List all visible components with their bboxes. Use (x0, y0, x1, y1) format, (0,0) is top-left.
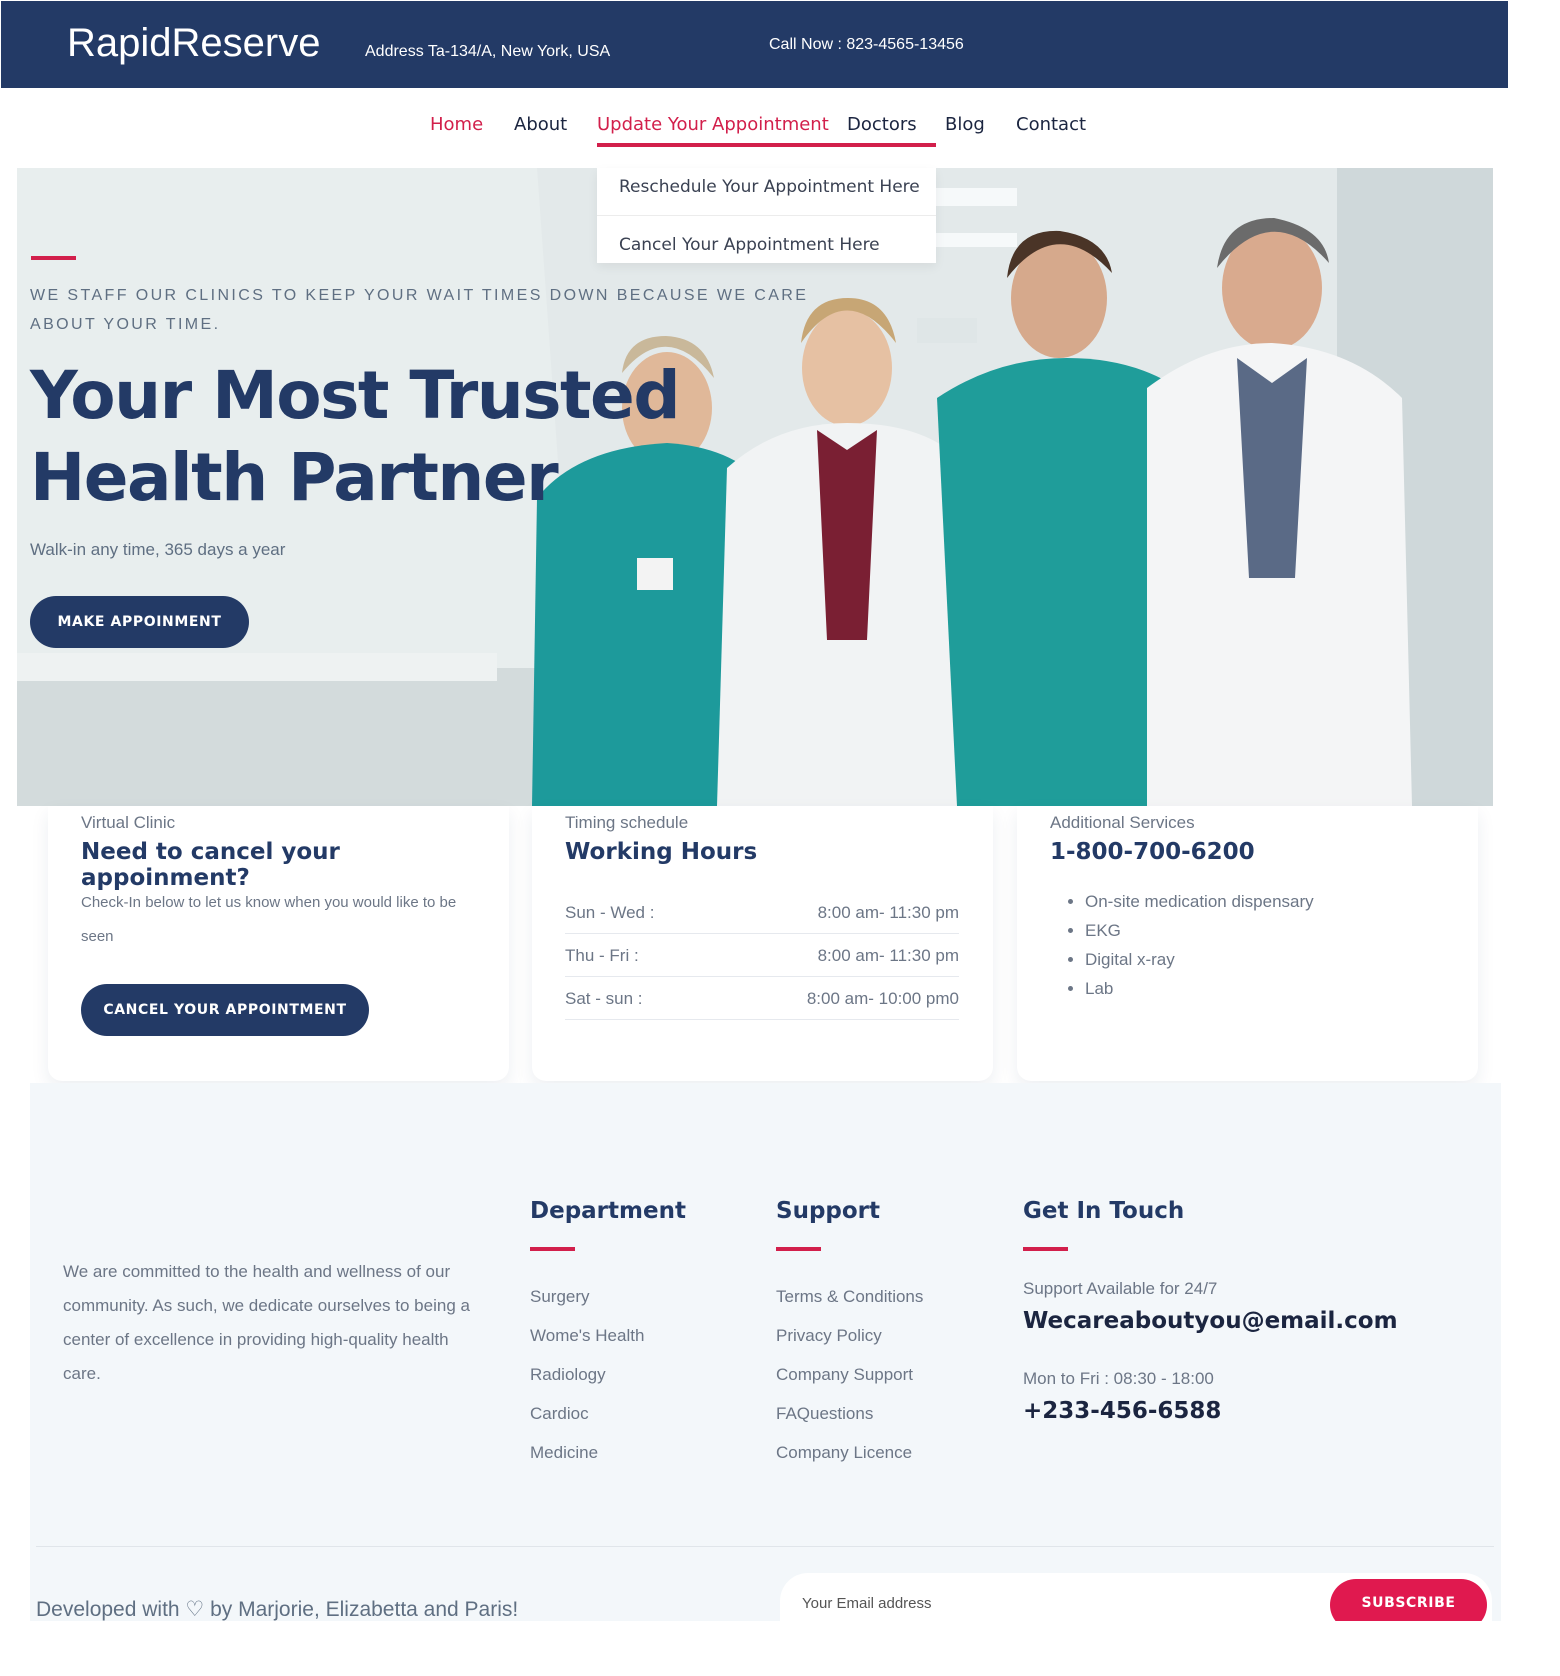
additional-services-card: Additional Services 1-800-700-6200 On-si… (1017, 806, 1478, 1081)
contact-email[interactable]: Wecareaboutyou@email.com (1023, 1308, 1398, 1334)
nav-blog[interactable]: Blog (945, 114, 985, 135)
hours-day: Sat - sun : (565, 989, 643, 1008)
dropdown-cancel[interactable]: Cancel Your Appointment Here (597, 216, 936, 264)
working-hours-card: Timing schedule Working Hours Sun - Wed … (532, 806, 993, 1081)
footer-link-medicine[interactable]: Medicine (530, 1433, 644, 1472)
card-eyebrow: Additional Services (1050, 813, 1195, 832)
list-item: On-site medication dispensary (1085, 887, 1314, 916)
contact-hours: Mon to Fri : 08:30 - 18:00 (1023, 1369, 1214, 1388)
card-eyebrow: Virtual Clinic (81, 813, 176, 832)
hours-time: 8:00 am- 11:30 pm (817, 946, 959, 965)
hours-time: 8:00 am- 10:00 pm0 (806, 989, 959, 1008)
appointment-dropdown: Reschedule Your Appointment Here Cancel … (597, 168, 936, 263)
nav-doctors[interactable]: Doctors (847, 114, 917, 135)
card-title: Need to cancel your appoinment? (81, 839, 340, 891)
footer-link-surgery[interactable]: Surgery (530, 1277, 644, 1316)
list-item: Lab (1085, 974, 1314, 1003)
subscribe-button[interactable]: SUBSCRIBE (1330, 1579, 1487, 1621)
footer-link-company-support[interactable]: Company Support (776, 1355, 923, 1394)
nav-contact[interactable]: Contact (1016, 114, 1086, 135)
hours-day: Sun - Wed : (565, 903, 655, 922)
card-description: Check-In below to let us know when you w… (81, 894, 457, 945)
hero-accent-bar (31, 256, 76, 260)
top-bar: RapidReserve Address Ta-134/A, New York,… (1, 1, 1508, 88)
nav-update-appointment[interactable]: Update Your Appointment (597, 114, 829, 135)
contact-phone[interactable]: +233-456-6588 (1023, 1398, 1221, 1424)
hours-table: Sun - Wed : 8:00 am- 11:30 pm Thu - Fri … (565, 891, 959, 1020)
department-heading: Department (530, 1198, 686, 1224)
hero-title: Your Most Trusted Health Partner (30, 357, 681, 516)
hours-time: 8:00 am- 11:30 pm (817, 903, 959, 922)
footer-link-radiology[interactable]: Radiology (530, 1355, 644, 1394)
dropdown-reschedule[interactable]: Reschedule Your Appointment Here (597, 168, 936, 216)
address-text: Address Ta-134/A, New York, USA (365, 43, 611, 60)
footer-link-terms[interactable]: Terms & Conditions (776, 1277, 923, 1316)
hours-row: Sun - Wed : 8:00 am- 11:30 pm (565, 891, 959, 934)
footer-link-womens-health[interactable]: Wome's Health (530, 1316, 644, 1355)
services-list: On-site medication dispensary EKG Digita… (1055, 887, 1314, 1003)
support-availability: Support Available for 24/7 (1023, 1279, 1218, 1298)
card-title: Working Hours (565, 839, 758, 865)
newsletter-email-input[interactable] (800, 1587, 1304, 1619)
make-appointment-button[interactable]: MAKE APPOINMENT (30, 596, 249, 648)
footer-about-text: We are committed to the health and welln… (63, 1262, 470, 1383)
footer-credit: Developed with ♡ by Marjorie, Elizabetta… (36, 1598, 519, 1621)
get-in-touch-heading: Get In Touch (1023, 1198, 1185, 1224)
footer-divider (36, 1546, 1494, 1547)
list-item: Digital x-ray (1085, 945, 1314, 974)
card-eyebrow: Timing schedule (565, 813, 689, 832)
support-links: Terms & Conditions Privacy Policy Compan… (776, 1277, 923, 1472)
call-now-text: Call Now : 823-4565-13456 (769, 36, 964, 53)
footer-link-cardioc[interactable]: Cardioc (530, 1394, 644, 1433)
footer: We are committed to the health and welln… (30, 1083, 1501, 1621)
newsletter-form: SUBSCRIBE (780, 1573, 1492, 1621)
hours-row: Thu - Fri : 8:00 am- 11:30 pm (565, 934, 959, 977)
footer-link-privacy[interactable]: Privacy Policy (776, 1316, 923, 1355)
footer-link-licence[interactable]: Company Licence (776, 1433, 923, 1472)
footer-link-faq[interactable]: FAQuestions (776, 1394, 923, 1433)
department-accent-bar (530, 1247, 575, 1251)
support-accent-bar (776, 1247, 821, 1251)
main-nav: Home About Update Your Appointment Docto… (0, 114, 1560, 154)
hero-subtitle: Walk-in any time, 365 days a year (30, 540, 286, 559)
department-links: Surgery Wome's Health Radiology Cardioc … (530, 1277, 644, 1472)
support-heading: Support (776, 1198, 881, 1224)
cancel-appointment-card: Virtual Clinic Need to cancel your appoi… (48, 806, 509, 1081)
brand-logo[interactable]: RapidReserve (67, 21, 320, 66)
nav-home[interactable]: Home (430, 114, 483, 135)
nav-about[interactable]: About (514, 114, 567, 135)
hours-day: Thu - Fri : (565, 946, 639, 965)
hours-row: Sat - sun : 8:00 am- 10:00 pm0 (565, 977, 959, 1020)
nav-active-underline (597, 143, 936, 147)
services-phone: 1-800-700-6200 (1050, 839, 1255, 865)
cancel-appointment-button[interactable]: CANCEL YOUR APPOINTMENT (81, 984, 369, 1036)
list-item: EKG (1085, 916, 1314, 945)
get-in-touch-accent-bar (1023, 1247, 1068, 1251)
hero-eyebrow: WE STAFF OUR CLINICS TO KEEP YOUR WAIT T… (30, 287, 809, 333)
